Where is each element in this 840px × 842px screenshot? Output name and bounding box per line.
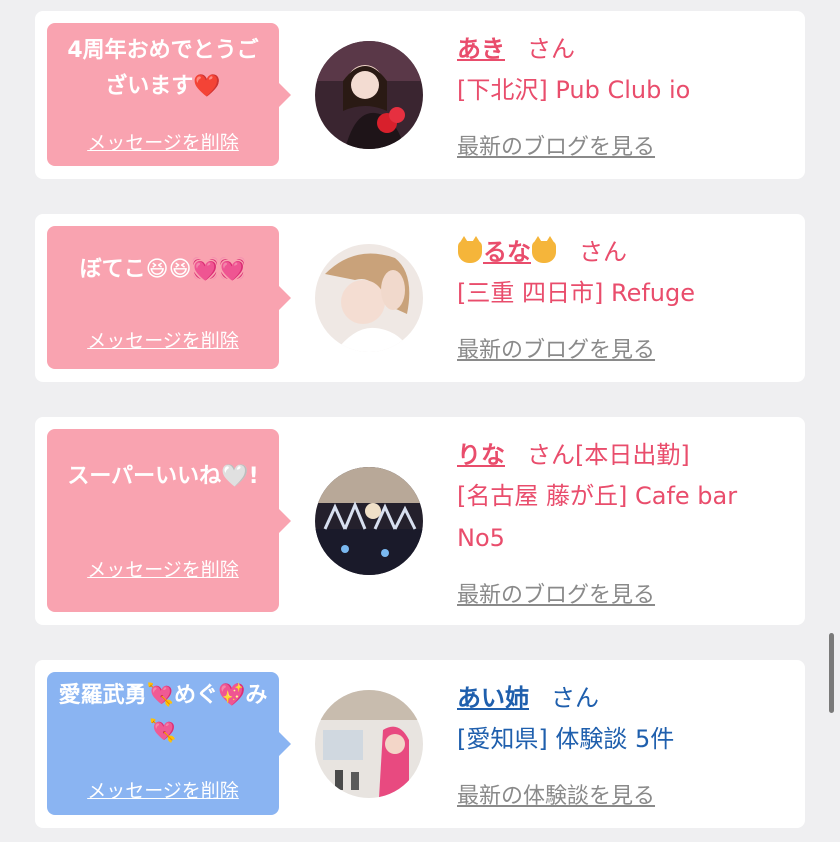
- honorific: さん: [579, 238, 627, 266]
- avatar[interactable]: [315, 41, 423, 149]
- user-name-link[interactable]: りな: [457, 441, 505, 469]
- user-info: あい姉 さん [愛知県] 体験談 5件 最新の体験談を見る: [457, 678, 789, 809]
- user-info: りな さん[本日出勤] [名古屋 藤が丘] Cafe bar No5 最新のブログ…: [457, 435, 789, 608]
- name-row: あき さん: [457, 29, 789, 64]
- message-text: 4周年おめでとうございます❤️: [67, 38, 259, 99]
- message-bubble: スーパーいいね🤍! メッセージを削除: [47, 429, 291, 612]
- message-card: ぼてこ😆😆💓💓 メッセージを削除 るな さん [三重 四日市] Refuge 最新…: [35, 214, 805, 382]
- message-text: 愛羅武勇💘めぐ💖み💘: [58, 683, 268, 744]
- delete-message-link[interactable]: メッセージを削除: [47, 555, 279, 582]
- shop-name: [下北沢] Pub Club io: [457, 76, 691, 104]
- user-name-link[interactable]: あい姉: [457, 684, 529, 712]
- cat-face-icon: [458, 236, 482, 263]
- user-name-link[interactable]: るな: [457, 236, 557, 266]
- avatar-photo-icon: [315, 244, 423, 352]
- name-row: あい姉 さん: [457, 678, 789, 713]
- user-info: るな さん [三重 四日市] Refuge 最新のブログを見る: [457, 232, 789, 363]
- message-card: 4周年おめでとうございます❤️ メッセージを削除 あき さん [下北沢] Pub …: [35, 11, 805, 179]
- latest-blog-link[interactable]: 最新のブログを見る: [457, 577, 655, 609]
- message-text: スーパーいいね🤍!: [67, 464, 259, 489]
- shop-name: [名古屋 藤が丘] Cafe bar No5: [457, 482, 738, 552]
- avatar[interactable]: [315, 244, 423, 352]
- scrollbar[interactable]: [829, 633, 834, 713]
- user-name-link[interactable]: あき: [457, 35, 505, 63]
- shop-name: [三重 四日市] Refuge: [457, 279, 696, 307]
- message-bubble: 4周年おめでとうございます❤️ メッセージを削除: [47, 23, 291, 166]
- message-card: 愛羅武勇💘めぐ💖み💘 メッセージを削除 あい姉 さん [愛知県] 体験談 5件 最…: [35, 660, 805, 828]
- shop-name: [愛知県] 体験談 5件: [457, 725, 675, 753]
- avatar-photo-icon: [315, 467, 423, 575]
- delete-message-link[interactable]: メッセージを削除: [47, 128, 279, 155]
- latest-blog-link[interactable]: 最新のブログを見る: [457, 129, 655, 161]
- avatar[interactable]: [315, 467, 423, 575]
- delete-message-link[interactable]: メッセージを削除: [47, 326, 279, 353]
- avatar-photo-icon: [315, 690, 423, 798]
- delete-message-link[interactable]: メッセージを削除: [47, 776, 279, 803]
- honorific: さん[本日出勤]: [527, 441, 690, 469]
- honorific: さん: [527, 35, 575, 63]
- latest-blog-link[interactable]: 最新のブログを見る: [457, 332, 655, 364]
- honorific: さん: [551, 684, 599, 712]
- name-row: りな さん[本日出勤]: [457, 435, 789, 470]
- message-card: スーパーいいね🤍! メッセージを削除 りな さん[本日出勤] [名古屋 藤が丘] …: [35, 417, 805, 625]
- avatar[interactable]: [315, 690, 423, 798]
- message-bubble: 愛羅武勇💘めぐ💖み💘 メッセージを削除: [47, 672, 291, 815]
- message-text: ぼてこ😆😆💓💓: [79, 257, 247, 282]
- message-bubble: ぼてこ😆😆💓💓 メッセージを削除: [47, 226, 291, 369]
- user-info: あき さん [下北沢] Pub Club io 最新のブログを見る: [457, 29, 789, 160]
- latest-review-link[interactable]: 最新の体験談を見る: [457, 778, 655, 810]
- name-row: るな さん: [457, 232, 789, 267]
- avatar-photo-icon: [315, 41, 423, 149]
- cat-face-icon: [532, 236, 556, 263]
